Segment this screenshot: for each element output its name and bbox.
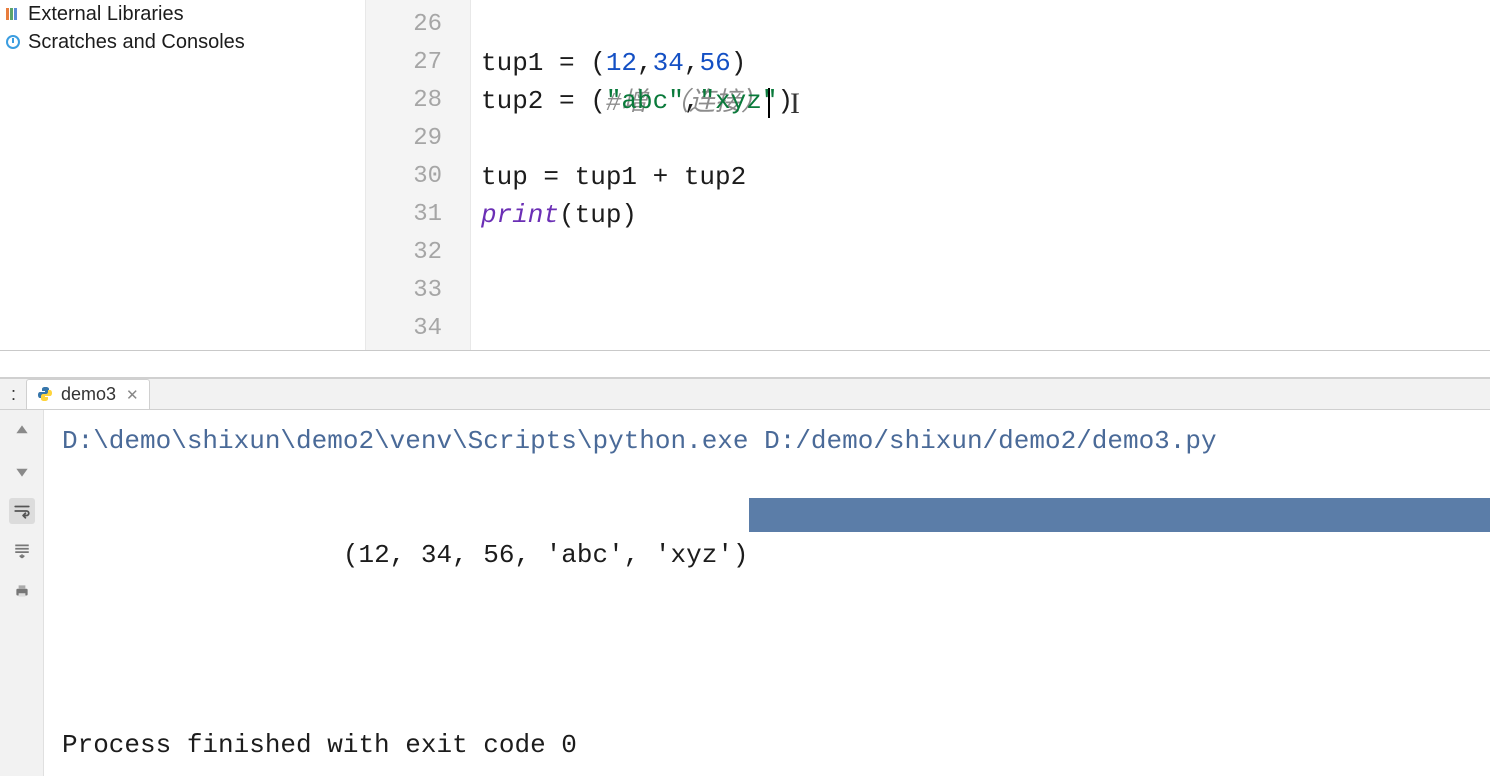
line-number: 28 [366, 82, 442, 120]
up-arrow-icon[interactable] [9, 418, 35, 444]
code-line: tup1 = (12,34,56) [481, 44, 1490, 82]
line-number: 32 [366, 234, 442, 272]
run-panel: : demo3 ✕ [0, 377, 1490, 634]
run-tab-label: demo3 [61, 384, 116, 405]
line-number: 33 [366, 272, 442, 310]
project-tree: External Libraries Scratches and Console… [0, 0, 365, 350]
code-area[interactable]: #增 （连接）I tup1 = (12,34,56) tup2 = ("abc"… [471, 0, 1490, 350]
close-icon[interactable]: ✕ [126, 386, 139, 404]
python-file-icon [37, 386, 55, 404]
console-command: D:\demo\shixun\demo2\venv\Scripts\python… [62, 422, 1472, 460]
run-tab-demo3[interactable]: demo3 ✕ [26, 379, 150, 409]
run-label: : [4, 384, 16, 405]
scroll-to-end-icon[interactable] [9, 538, 35, 564]
line-number: 26 [366, 6, 442, 44]
line-number: 34 [366, 310, 442, 348]
print-icon[interactable] [9, 578, 35, 604]
tree-label: External Libraries [28, 3, 184, 26]
run-tool-column [0, 410, 44, 776]
editor-gutter: 26 27 28 29 30 31 32 33 34 [366, 0, 471, 350]
scratches-icon [4, 33, 22, 51]
code-line: tup2 = ("abc","xyz") [481, 82, 1490, 120]
code-editor[interactable]: 26 27 28 29 30 31 32 33 34 #增 （连接）I tup1… [365, 0, 1490, 350]
line-number: 30 [366, 158, 442, 196]
code-line [481, 234, 1490, 272]
console-blank [62, 688, 1472, 726]
code-line: print(tup) [481, 196, 1490, 234]
run-tab-bar: : demo3 ✕ [0, 379, 1490, 410]
line-number: 29 [366, 120, 442, 158]
code-line: tup = tup1 + tup2 [481, 158, 1490, 196]
code-line: #增 （连接）I [481, 6, 1490, 44]
console-output[interactable]: D:\demo\shixun\demo2\venv\Scripts\python… [44, 410, 1490, 776]
down-arrow-icon[interactable] [9, 458, 35, 484]
libraries-icon [4, 5, 22, 23]
line-number: 31 [366, 196, 442, 234]
selection-highlight [749, 498, 1490, 532]
line-number: 27 [366, 44, 442, 82]
console-stdout: (12, 34, 56, 'abc', 'xyz') [62, 460, 1472, 688]
soft-wrap-icon[interactable] [9, 498, 35, 524]
console-exit: Process finished with exit code 0 [62, 726, 1472, 764]
code-line [481, 272, 1490, 310]
tree-item-scratches[interactable]: Scratches and Consoles [0, 28, 365, 56]
code-line [481, 310, 1490, 348]
tree-label: Scratches and Consoles [28, 31, 245, 54]
tree-item-external-libraries[interactable]: External Libraries [0, 0, 365, 28]
code-line [481, 120, 1490, 158]
